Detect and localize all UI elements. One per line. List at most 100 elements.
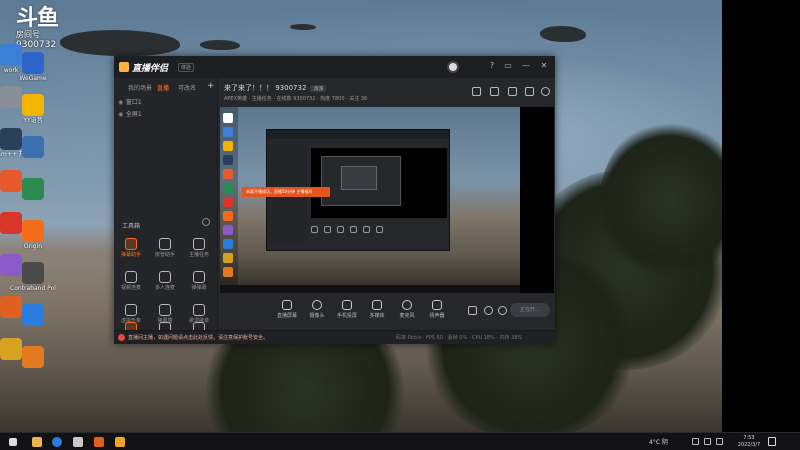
tool-danmaku-assistant[interactable]: 弹幕助手	[114, 238, 148, 258]
preview-icon	[223, 211, 233, 221]
preview-icon	[223, 155, 233, 165]
microphone-icon	[402, 300, 412, 310]
start-icon[interactable]	[9, 438, 17, 446]
tool-streamer-tasks[interactable]: 主播任务	[182, 238, 216, 258]
lock-icon[interactable]	[490, 87, 499, 96]
gift-icon[interactable]	[472, 87, 481, 96]
tool-label: 弹弹幕	[191, 285, 207, 291]
desktop-icon[interactable]	[10, 178, 56, 201]
tool-label: 主播任务	[188, 252, 209, 258]
tool-virtual-avatar[interactable]: 虚拟形象	[114, 304, 148, 324]
control-label: 多媒体	[369, 313, 385, 319]
toolbox-toggle-icon[interactable]	[202, 218, 210, 226]
preview-icon	[223, 141, 233, 151]
app-icon	[22, 52, 44, 74]
douyu-logo: 斗鱼	[16, 6, 59, 31]
desktop-icon[interactable]: Origin	[10, 220, 56, 250]
screen-capture-button[interactable]: 直播屏幕	[272, 300, 302, 319]
eye-icon[interactable]: ◉	[118, 111, 124, 118]
preview-icon	[223, 113, 233, 123]
tool-video-link[interactable]: 视频连麦	[114, 271, 148, 291]
source-controls: 直播屏幕 摄像头 手机投屏 多媒体 麦克风 扬声器 正在开…	[220, 294, 554, 328]
app-icon	[22, 346, 44, 368]
lyrics-icon	[193, 304, 205, 316]
desktop-icon[interactable]	[10, 346, 56, 369]
wall-icon	[159, 304, 171, 316]
desktop-icon[interactable]: Contraband Police Pro...	[10, 262, 56, 292]
record-icon[interactable]	[525, 87, 534, 96]
tool-room-manager[interactable]: 房管助手	[148, 238, 182, 258]
monitor-icon	[282, 300, 292, 310]
desktop-icon-label: Origin	[23, 243, 43, 250]
warning-icon	[118, 334, 125, 341]
app-logo-icon	[119, 62, 129, 72]
edit-icon[interactable]	[508, 87, 517, 96]
tool-label: 弹幕助手	[120, 252, 141, 258]
file-explorer-icon[interactable]	[32, 437, 42, 447]
desktop-icon[interactable]: WeGame	[10, 52, 56, 82]
avatar[interactable]	[447, 61, 459, 73]
manager-icon	[159, 238, 171, 250]
volume-icon[interactable]	[716, 438, 723, 445]
tool-danmaku-wall[interactable]: 弹幕墙	[148, 304, 182, 324]
room-title[interactable]: 来了来了！！！ 9300732 派派	[224, 83, 327, 93]
settings-gear-icon[interactable]	[498, 306, 507, 315]
status-message[interactable]: 直播间主播，如遇问题请点击此处反馈，请注意保护账号安全。	[128, 334, 268, 341]
tool-multi-link[interactable]: 多人连麦	[148, 271, 182, 291]
popup-icon	[193, 271, 205, 283]
scene-panel: 我的场景 直播 可改名 + ◉ 窗口1 ◉ 全屏1 工具箱 弹幕助手 房管助手 …	[114, 78, 218, 334]
start-live-button[interactable]: 正在开…	[510, 303, 550, 317]
record-video-icon[interactable]	[468, 306, 477, 315]
store-icon[interactable]	[73, 437, 83, 447]
preview-icon	[223, 253, 233, 263]
tool-popup-danmaku[interactable]: 弹弹幕	[182, 271, 216, 291]
network-icon[interactable]	[704, 438, 711, 445]
tab-my-scenes[interactable]: 我的场景	[128, 83, 152, 92]
tab-rename[interactable]: 可改名	[178, 83, 196, 92]
notification-icon[interactable]	[768, 437, 776, 446]
weather-widget[interactable]: 4°C 阴	[649, 437, 668, 446]
add-scene-button[interactable]: +	[207, 81, 215, 91]
eye-icon[interactable]: ◉	[118, 99, 124, 106]
camera-button[interactable]: 摄像头	[302, 300, 332, 319]
app-icon	[22, 178, 44, 200]
stream-preview[interactable]: 恭喜开播成功，直播50分钟 主播福利	[220, 107, 554, 293]
stream-companion-window: 直播伴侣 体验 ? ▭ — ✕ 我的场景 直播 可改名 + ◉ 窗口1 ◉ 全屏…	[114, 56, 555, 344]
help-button[interactable]: ?	[486, 60, 498, 72]
minimize-button[interactable]: —	[520, 60, 532, 72]
stream-stats: 码率 0kb/s · FPS 60 · 丢帧 0% · CPU 18% · 内存…	[396, 335, 523, 341]
microphone-button[interactable]: 麦克风	[392, 300, 422, 319]
scene-item[interactable]: ◉ 全屏1	[118, 109, 142, 118]
edge-icon[interactable]	[52, 437, 62, 447]
preview-icon	[223, 169, 233, 179]
video-link-icon	[125, 271, 137, 283]
title-bar[interactable]: 直播伴侣 体验 ? ▭ — ✕	[114, 56, 555, 78]
close-button[interactable]: ✕	[538, 60, 550, 72]
preview-recursive-window	[341, 166, 377, 190]
scene-item[interactable]: ◉ 窗口1	[118, 97, 142, 106]
eye-icon[interactable]	[484, 306, 493, 315]
speaker-button[interactable]: 扬声器	[422, 300, 452, 319]
room-meta: APEX英雄 · 主播任务 · 在线数 9300732 · 热度 7800 · …	[224, 96, 368, 102]
share-icon[interactable]	[541, 87, 550, 96]
desktop-icon-label: WeGame	[19, 75, 47, 82]
desktop-icon[interactable]	[10, 136, 56, 159]
desktop-icon[interactable]	[10, 304, 56, 327]
tab-live[interactable]: 直播	[157, 83, 169, 92]
control-label: 麦克风	[399, 313, 415, 319]
desktop-icon[interactable]: YY语音	[10, 94, 56, 124]
tray-chevron-icon[interactable]	[692, 438, 699, 445]
stream-app-taskbar-icon[interactable]	[115, 437, 125, 447]
app-icon	[22, 304, 44, 326]
clock[interactable]: 7:53 2022/3/7	[737, 435, 761, 449]
settings-button[interactable]: ▭	[502, 60, 514, 72]
office-icon[interactable]	[94, 437, 104, 447]
tool-lyrics[interactable]: 歌词歌单	[182, 304, 216, 324]
tool-label: 多人连麦	[154, 285, 175, 291]
avatar-icon	[125, 304, 137, 316]
media-button[interactable]: 多媒体	[362, 300, 392, 319]
phone-cast-button[interactable]: 手机投屏	[332, 300, 362, 319]
room-tag[interactable]: 派派	[310, 85, 327, 92]
preview-icon	[223, 127, 233, 137]
app-icon	[22, 136, 44, 158]
